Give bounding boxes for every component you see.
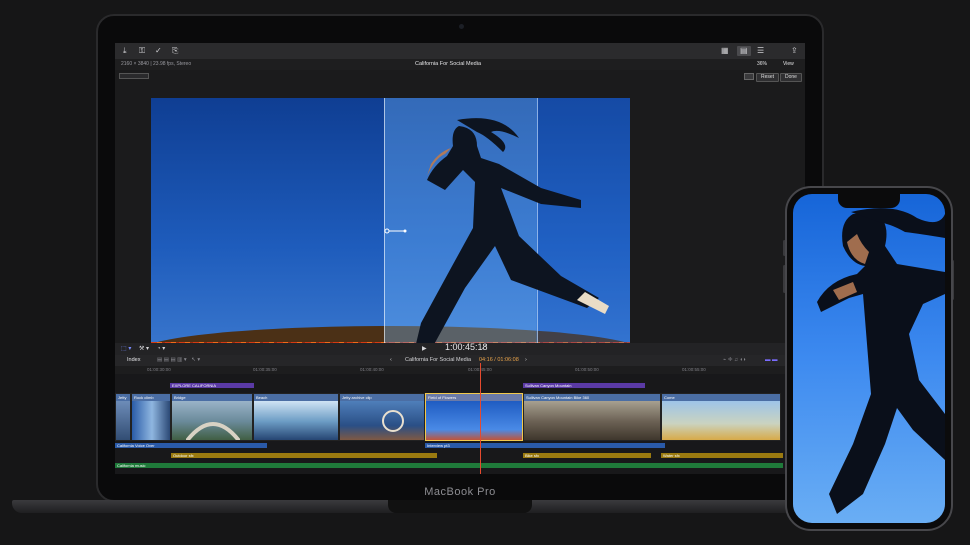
view-menu[interactable]: View [783,61,794,67]
viewer-title: California For Social Media [415,61,482,67]
index-button[interactable]: Index [127,357,140,363]
timecode-display[interactable]: 1:00:45:18 [445,342,488,352]
dancer-closeup [817,208,945,514]
macbook-screen: ⤓ ⚿ ✓ ⎘ ▦ ▤ ☰ ⇪ 2160 × 3840 | 23.98 fps,… [115,43,805,474]
title-clip[interactable]: EXPLORE CALIFORNIA [170,383,254,388]
video-clip[interactable]: Sullivan Canyon Mountain Bike 360 [523,393,661,441]
zoom-level[interactable]: 36% [757,61,767,67]
ruler-tick: 01:00:55:00 [682,367,706,372]
video-clip[interactable]: Jetty [115,393,131,441]
video-clip[interactable]: Jetty archive clip [339,393,425,441]
play-icon[interactable]: ▶ [422,345,427,352]
timeline[interactable]: EXPLORE CALIFORNIA Sullivan Canyon Mount… [115,374,805,474]
format-info: 2160 × 3840 | 23.98 fps, Stereo [121,61,192,67]
forward-arrow-icon[interactable]: › [525,357,527,363]
speed-icon[interactable]: ◔ ▾ [157,345,165,352]
dancer-figure [415,118,609,350]
timeline-ruler[interactable]: 01:00:30:00 01:00:35:00 01:00:40:00 01:0… [115,366,805,374]
browser-toggle-icon[interactable]: ▦ [721,46,729,56]
ruler-tick: 01:00:35:00 [253,367,277,372]
audio-clip[interactable]: Outdoor sfx [171,453,437,458]
video-clip[interactable]: Bridge [171,393,253,441]
audio-tools-icon[interactable]: ⌁ ✛ ♫ ◖◗ [723,357,746,363]
title-clip[interactable]: Sullivan Canyon Mountain [523,383,645,388]
crop-handle-icon[interactable] [381,226,407,236]
inspector-toggle-icon[interactable]: ☰ [757,46,764,56]
reset-button[interactable]: Reset [756,73,780,82]
audio-clip[interactable]: California music [115,463,783,468]
viewer: Reset Done [115,70,805,368]
timeline-project-name: California For Social Media [405,357,472,363]
aspect-icon[interactable] [744,73,754,80]
ruler-tick: 01:00:50:00 [575,367,599,372]
iphone-notch [838,194,900,208]
audio-clip[interactable]: California Voice Over [115,443,267,448]
device-label: MacBook Pro [424,486,496,498]
viewer-frame[interactable] [151,98,630,368]
share-icon[interactable]: ⎘ [172,46,178,56]
done-button[interactable]: Done [780,73,802,82]
app-toolbar: ⤓ ⚿ ✓ ⎘ ▦ ▤ ☰ ⇪ [115,43,805,60]
ruler-tick: 01:00:40:00 [360,367,384,372]
back-arrow-icon[interactable]: ‹ [390,357,392,363]
video-clip[interactable]: Come [661,393,781,441]
timeline-toggle-icon[interactable]: ▤ [737,46,751,56]
macbook-notch [388,500,532,513]
timeline-duration: 04:16 / 01:06:08 [479,357,519,363]
transform-mode-control[interactable] [119,73,149,79]
audio-clip[interactable]: Bike sfx [523,453,651,458]
audio-clip[interactable]: Interview pt3 [425,443,665,448]
iphone-screen [793,194,945,523]
select-tool-icon[interactable]: ⬚ ▾ [121,345,131,352]
video-clip[interactable]: Beach [253,393,339,441]
ruler-tick: 01:00:30:00 [147,367,171,372]
keywords-icon[interactable]: ⚿ [139,46,145,56]
audio-clip[interactable]: Water sfx [661,453,783,458]
enhance-icon[interactable]: ⚒ ▾ [139,345,149,352]
import-icon[interactable]: ⤓ [123,46,127,56]
audio-meter-icon[interactable]: ▬ ▬ [765,357,778,363]
edit-buttons-icon[interactable]: ▤ ▤ ▤ ▥ ▾ ↖ ▾ [157,357,200,363]
playhead[interactable] [480,363,481,474]
macbook-camera [459,24,464,29]
export-icon[interactable]: ⇪ [791,46,798,56]
video-clip-selected[interactable]: Field of Flowers [425,393,523,441]
video-clip[interactable]: Rock climb [131,393,171,441]
viewer-header: 2160 × 3840 | 23.98 fps, Stereo Californ… [115,59,805,70]
background-tasks-icon[interactable]: ✓ [155,46,162,56]
